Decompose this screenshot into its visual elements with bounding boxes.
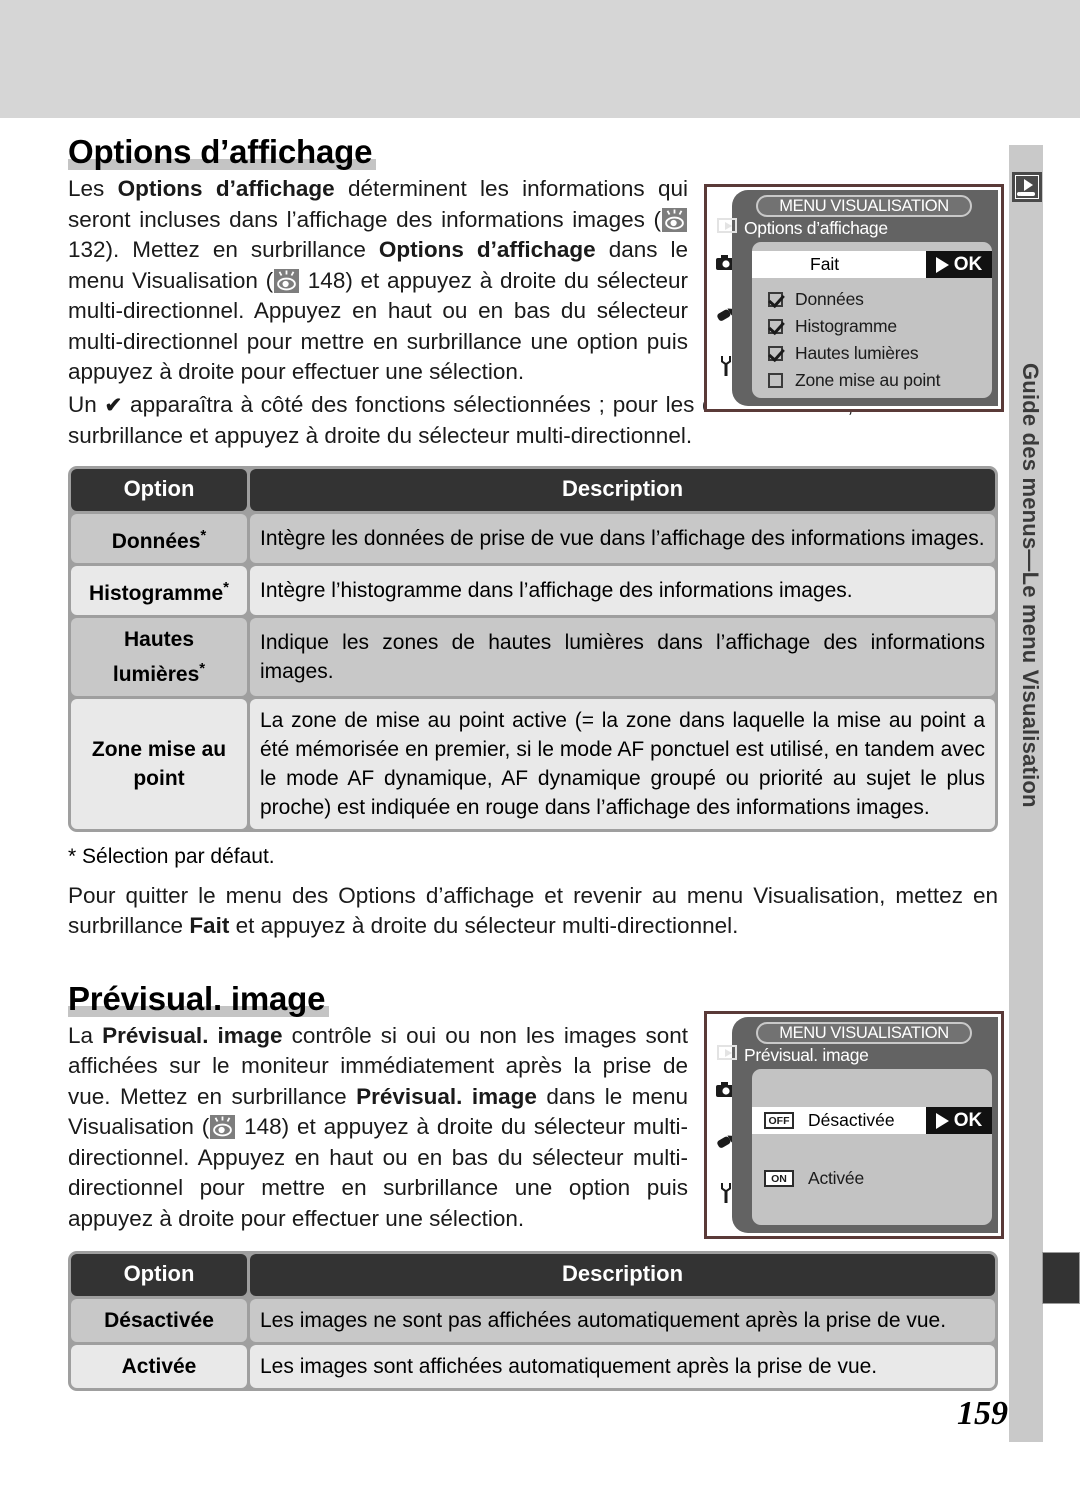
lcd-option-list: OFF Désactivée OK ON Activée <box>752 1069 992 1225</box>
lcd-submenu-title: Prévisual. image <box>744 1045 869 1065</box>
table-row: Données* Intègre les données de prise de… <box>71 513 995 563</box>
lcd-item-desactivee-label: Désactivée <box>808 1110 895 1130</box>
table-row: Histogramme* Intègre l’histogramme dans … <box>71 565 995 615</box>
table-cell-description: Intègre l’histogramme dans l’affichage d… <box>250 565 995 615</box>
section2-paragraph: La Prévisual. image contrôle si oui ou n… <box>68 1022 688 1231</box>
lcd-item-activee[interactable]: ON Activée <box>752 1165 992 1192</box>
table-cell-option: Histogramme* <box>71 565 247 615</box>
lcd-item-donnees-label: Données <box>795 289 864 309</box>
table-row: Activée Les images sont affichées automa… <box>71 1345 995 1388</box>
page-content: Options d’affichage Les Options d’affich… <box>68 135 1004 1391</box>
section-title-previsual-image: Prévisual. image <box>68 982 330 1017</box>
playback-icon <box>1012 172 1042 202</box>
options-table-previsual: Option Description Désactivée Les images… <box>68 1251 998 1391</box>
table-header-option: Option <box>71 468 247 511</box>
see-also-eye-icon <box>274 268 300 293</box>
table-row: Désactivée Les images ne sont pas affich… <box>71 1299 995 1342</box>
playback-mode-icon <box>717 218 737 233</box>
checkbox-checked-icon[interactable] <box>768 319 783 334</box>
lcd-item-zone-label: Zone mise au point <box>795 370 941 390</box>
camera-screenshot-previsual-image: MENU VISUALISATION Prévisual. image OFF … <box>704 1011 1004 1239</box>
table-header-description: Description <box>250 468 995 511</box>
table-cell-option: Données* <box>71 513 247 563</box>
table-header-row: Option Description <box>71 1254 995 1296</box>
lcd-ok-label: OK <box>953 253 983 275</box>
check-glyph: ✔ <box>104 393 123 417</box>
checkbox-checked-icon[interactable] <box>768 346 783 361</box>
section-title-options-affichage: Options d’affichage <box>68 135 377 170</box>
table-cell-option: Zone mise au point <box>71 698 247 829</box>
lcd-ok-button[interactable]: OK <box>926 1107 992 1134</box>
fait-bold: Fait <box>189 913 230 938</box>
lcd-ok-label: OK <box>953 1109 983 1131</box>
section1-paragraph: Les Options d’affichage déterminent les … <box>68 176 689 384</box>
see-also-eye-icon <box>210 1115 236 1139</box>
table-cell-description: Les images sont affichées automatiquemen… <box>250 1345 995 1388</box>
section1-closing-paragraph: Pour quitter le menu des Options d’affic… <box>68 882 998 939</box>
checkbox-checked-icon[interactable] <box>768 292 783 307</box>
lcd-item-fait[interactable]: Fait OK <box>752 251 992 278</box>
lcd-submenu-title: Options d’affichage <box>744 218 888 238</box>
right-arrow-icon <box>935 1112 949 1129</box>
lcd-item-activee-label: Activée <box>808 1168 864 1188</box>
options-table-affichage: Option Description Données* Intègre les … <box>68 465 998 832</box>
lcd-item-histogramme[interactable]: Histogramme <box>752 313 992 340</box>
page-number: 159 <box>957 1395 1008 1432</box>
lcd-item-desactivee[interactable]: OFF Désactivée OK <box>752 1107 992 1134</box>
off-badge-icon: OFF <box>764 1112 794 1129</box>
table-cell-description: Les images ne sont pas affichées automat… <box>250 1299 995 1342</box>
table-header-description: Description <box>250 1254 995 1296</box>
table-cell-option: Hautes lumières* <box>71 617 247 696</box>
lcd-checkbox-list: Données Histogramme Hautes lumières Zone… <box>752 286 992 394</box>
table-cell-description: Indique les zones de hautes lumières dan… <box>250 617 995 696</box>
lcd-option-list: Fait OK Données Histogramme Hautes lumiè… <box>752 242 992 398</box>
playback-mode-icon <box>717 1045 737 1060</box>
lcd-item-donnees[interactable]: Données <box>752 286 992 313</box>
right-arrow-icon <box>935 256 949 273</box>
checkbox-unchecked-icon[interactable] <box>768 373 783 388</box>
lcd-menu-title: MENU VISUALISATION <box>756 195 972 217</box>
page-edge-tab-marker <box>1042 1252 1080 1304</box>
table-header-row: Option Description <box>71 468 995 511</box>
table-footnote: * Sélection par défaut. <box>68 844 275 868</box>
lcd-item-histogramme-label: Histogramme <box>795 316 897 336</box>
camera-screenshot-options-affichage: MENU VISUALISATION Options d’affichage F… <box>704 184 1004 412</box>
lcd-item-fait-label: Fait <box>810 254 840 274</box>
lcd-ok-button[interactable]: OK <box>926 251 992 278</box>
lcd-item-zone-mise-au-point[interactable]: Zone mise au point <box>752 367 992 394</box>
side-tab-label: Guide des menus—Le menu Visualisation <box>1018 362 1043 808</box>
table-cell-description: La zone de mise au point active (= la zo… <box>250 698 995 829</box>
lcd-menu-title: MENU VISUALISATION <box>756 1022 972 1044</box>
lcd-item-hautes-lumieres[interactable]: Hautes lumières <box>752 340 992 367</box>
table-row: Zone mise au point La zone de mise au po… <box>71 698 995 829</box>
table-cell-option: Activée <box>71 1345 247 1388</box>
lcd-item-hautes-lumieres-label: Hautes lumières <box>795 343 919 363</box>
on-badge-icon: ON <box>764 1170 794 1187</box>
table-cell-description: Intègre les données de prise de vue dans… <box>250 513 995 563</box>
table-header-option: Option <box>71 1254 247 1296</box>
page-header-band <box>0 0 1080 118</box>
table-row: Hautes lumières* Indique les zones de ha… <box>71 617 995 696</box>
see-also-eye-icon <box>662 207 687 232</box>
table-cell-option: Désactivée <box>71 1299 247 1342</box>
